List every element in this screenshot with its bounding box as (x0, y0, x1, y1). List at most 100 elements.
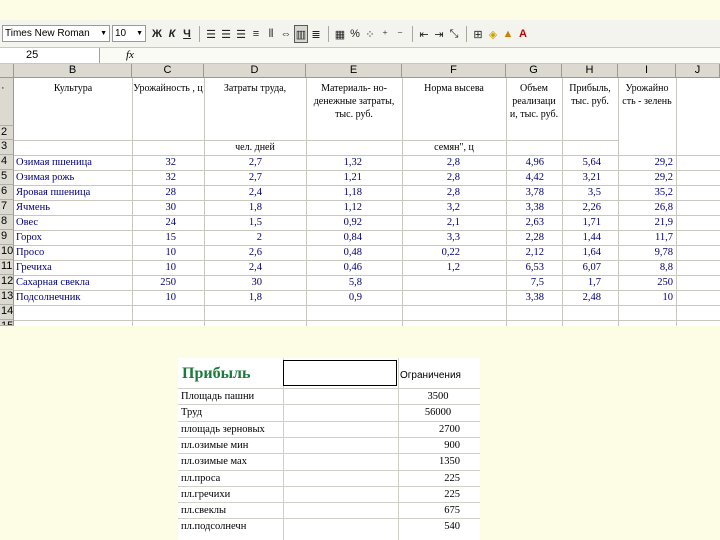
constraint-label[interactable]: пл.озимые мин (181, 438, 283, 453)
culture-cell[interactable]: Сахарная свекла (16, 276, 130, 290)
fx-icon[interactable]: fx (126, 48, 134, 63)
value-cell[interactable]: 28 (134, 186, 177, 200)
culture-cell[interactable]: Озимая пшеница (16, 156, 130, 170)
value-cell[interactable]: 2,8 (404, 156, 460, 170)
row-header-11[interactable]: 11 (0, 260, 14, 275)
value-cell[interactable]: 21,9 (620, 216, 673, 230)
currency-icon[interactable]: ▦ (333, 25, 347, 43)
value-cell[interactable]: 6,53 (508, 261, 544, 275)
constraint-label[interactable]: пл.гречихи (181, 487, 283, 502)
highlight-icon[interactable]: ▲ (501, 25, 515, 43)
value-cell[interactable]: 3,38 (508, 291, 544, 305)
value-cell[interactable]: 5,64 (564, 156, 601, 170)
indent-icon[interactable]: ≣ (309, 25, 323, 43)
constraint-value[interactable]: 540 (400, 519, 460, 534)
value-cell[interactable]: 1,5 (206, 216, 262, 230)
value-cell[interactable]: 1,12 (308, 201, 362, 215)
column-header-i[interactable]: I (618, 64, 676, 78)
value-cell[interactable]: 3,5 (564, 186, 601, 200)
row-header-2[interactable]: 2 (0, 126, 14, 140)
decrease-indent-icon[interactable]: ⇤ (417, 25, 431, 43)
value-cell[interactable]: 9,78 (620, 246, 673, 260)
value-cell[interactable]: 10 (620, 291, 674, 305)
font-color-icon[interactable]: A (516, 25, 530, 43)
align-left-icon[interactable]: ☰ (204, 25, 218, 43)
value-cell[interactable]: 3,2 (404, 201, 460, 215)
italic-icon[interactable]: К (165, 25, 179, 43)
column-header-e[interactable]: E (306, 64, 402, 78)
constraint-label[interactable]: Площадь пашни (181, 389, 283, 404)
column-header-f[interactable]: F (402, 64, 506, 78)
font-size-select[interactable]: 10 ▼ (112, 25, 146, 42)
value-cell[interactable]: 1,8 (206, 201, 262, 215)
increase-decimal-icon[interactable]: ⁺ (378, 25, 392, 43)
bold-icon[interactable]: Ж (150, 25, 164, 43)
row-header-8[interactable]: 8 (0, 215, 14, 230)
constraint-value[interactable]: 675 (400, 503, 460, 518)
value-cell[interactable]: 2,7 (206, 156, 262, 170)
value-cell[interactable]: 2,8 (404, 186, 460, 200)
value-cell[interactable]: 4,42 (508, 171, 544, 185)
value-cell[interactable]: 3,3 (404, 231, 460, 245)
value-cell[interactable]: 0,92 (308, 216, 362, 230)
row-header-5[interactable]: 5 (0, 170, 14, 185)
culture-cell[interactable]: Яровая пшеница (16, 186, 130, 200)
column-header-d[interactable]: D (204, 64, 306, 78)
column-header-g[interactable]: G (506, 64, 562, 78)
value-cell[interactable]: 2,7 (206, 171, 262, 185)
value-cell[interactable]: 2,26 (564, 201, 601, 215)
value-cell[interactable]: 30 (134, 201, 177, 215)
value-cell[interactable]: 1,8 (206, 291, 262, 305)
value-cell[interactable]: 2,4 (206, 186, 262, 200)
justify-icon[interactable]: ≡ (249, 25, 263, 43)
row-header-9[interactable]: 9 (0, 230, 14, 245)
value-cell[interactable]: 1,2 (404, 261, 460, 275)
underline-icon[interactable]: Ч (180, 25, 194, 43)
value-cell[interactable]: 1,7 (564, 276, 601, 290)
constraint-label[interactable]: пл.озимые мах (181, 454, 283, 469)
column-header-b[interactable]: B (14, 64, 132, 78)
value-cell[interactable]: 11,7 (620, 231, 673, 245)
value-cell[interactable]: 32 (134, 171, 177, 185)
value-cell[interactable]: 0,22 (404, 246, 460, 260)
constraint-value[interactable]: 225 (400, 487, 460, 502)
value-cell[interactable]: 1,18 (308, 186, 362, 200)
value-cell[interactable]: 10 (134, 291, 177, 305)
value-cell[interactable]: 5,8 (308, 276, 362, 290)
percent-icon[interactable]: % (348, 25, 362, 43)
value-cell[interactable]: 2,63 (508, 216, 544, 230)
value-cell[interactable]: 29,2 (620, 156, 673, 170)
value-cell[interactable]: 0,48 (308, 246, 362, 260)
increase-indent-icon[interactable]: ⇥ (432, 25, 446, 43)
column-header-j[interactable]: J (676, 64, 720, 78)
constraint-label[interactable]: Труд (181, 405, 283, 420)
column-header-h[interactable]: H (562, 64, 618, 78)
value-cell[interactable]: 1,21 (308, 171, 362, 185)
row-header-1[interactable]: 1· (0, 78, 14, 126)
value-cell[interactable]: 3,78 (508, 186, 544, 200)
value-cell[interactable]: 10 (134, 261, 177, 275)
value-cell[interactable]: 24 (134, 216, 177, 230)
value-cell[interactable]: 7,5 (508, 276, 544, 290)
constraint-value[interactable]: 1350 (400, 454, 460, 469)
value-cell[interactable]: 2,28 (508, 231, 544, 245)
value-cell[interactable]: 2,6 (206, 246, 262, 260)
value-cell[interactable]: 1,32 (308, 156, 362, 170)
value-cell[interactable]: 1,64 (564, 246, 601, 260)
value-cell[interactable]: 2,4 (206, 261, 262, 275)
borders-icon[interactable]: ⊞ (471, 25, 485, 43)
text-direction-icon[interactable]: ⤡ (447, 25, 461, 43)
value-cell[interactable]: 10 (134, 246, 177, 260)
value-cell[interactable]: 3,38 (508, 201, 544, 215)
constraint-label[interactable]: пл.подсолнечн (181, 519, 283, 534)
font-name-select[interactable]: Times New Roman ▼ (2, 25, 110, 42)
constraint-label[interactable]: площадь зерновых (181, 422, 283, 437)
row-header-4[interactable]: 4 (0, 155, 14, 170)
row-header-7[interactable]: 7 (0, 200, 14, 215)
distributed-icon[interactable]: ⦀ (264, 25, 278, 43)
value-cell[interactable]: 35,2 (620, 186, 673, 200)
value-cell[interactable]: 1,44 (564, 231, 601, 245)
value-cell[interactable]: 2,8 (404, 171, 460, 185)
row-header-13[interactable]: 13 (0, 290, 14, 305)
row-header-6[interactable]: 6 (0, 185, 14, 200)
